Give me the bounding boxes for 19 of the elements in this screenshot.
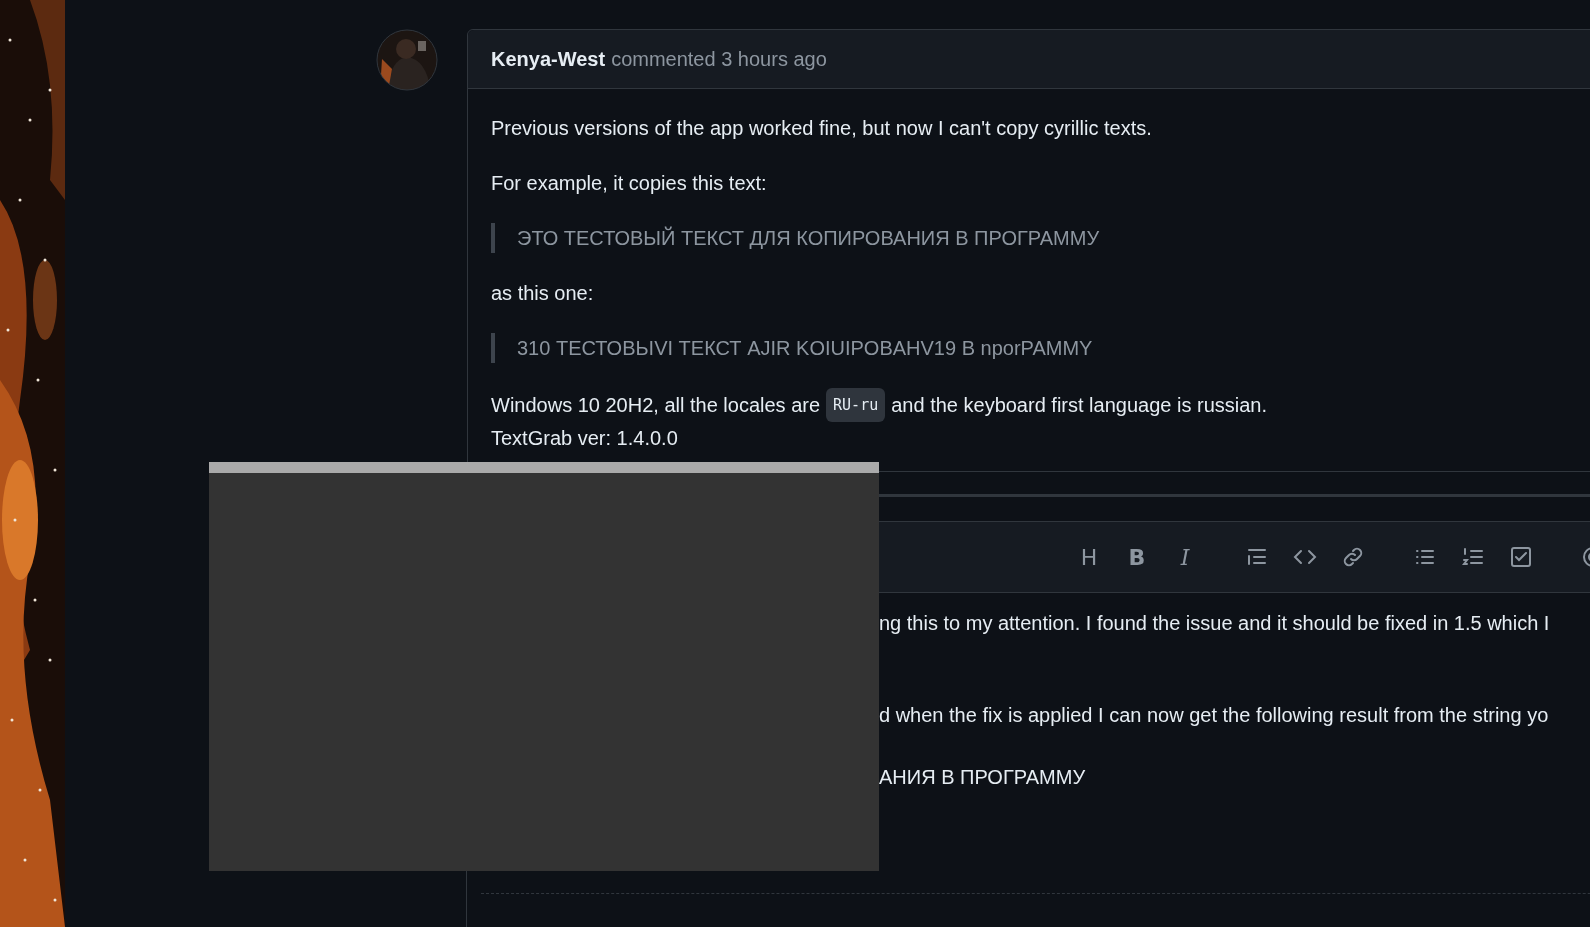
- author-link[interactable]: Kenya-West: [491, 47, 606, 71]
- italic-button[interactable]: I: [1173, 544, 1197, 570]
- editor-text: АНИЯ В ПРОГРАММУ: [879, 765, 1087, 790]
- link-icon[interactable]: [1341, 545, 1365, 569]
- bold-button[interactable]: B: [1125, 544, 1149, 570]
- comment-paragraph: as this one:: [491, 281, 595, 306]
- comment-paragraph: Previous versions of the app worked fine, but now I can't copy cyrillic texts.: [491, 116, 1153, 141]
- heading-button[interactable]: H: [1077, 544, 1101, 570]
- blockquote: 310 ТЕСТОВЬIVI ТЕКСТ AJIR KOIUIPOBAHV19 B nporPAMMY: [491, 333, 1590, 363]
- checkbox-icon[interactable]: [1509, 545, 1533, 569]
- editor-text: ng this to my attention. I found the issue and it should be fixed in 1.5 which I: [879, 611, 1551, 636]
- comment-text: Windows 10 20H2, all the locales are: [491, 393, 821, 418]
- blockquote: ЭТО ТЕСТОВЫЙ ТЕКСТ ДЛЯ КОПИРОВАНИЯ В ПРОГРАММУ: [491, 223, 1590, 253]
- comment-text: and the keyboard first language is russian.: [891, 393, 1267, 418]
- comment-text: TextGrab ver: 1.4.0.0: [491, 426, 679, 451]
- editor-text: d when the fix is applied I can now get the following result from the string yo: [879, 703, 1550, 728]
- comment-paragraph: For example, it copies this text:: [491, 171, 768, 196]
- comment-timestamp: commented 3 hours ago: [611, 47, 827, 71]
- inline-code: RU-ru: [826, 388, 886, 422]
